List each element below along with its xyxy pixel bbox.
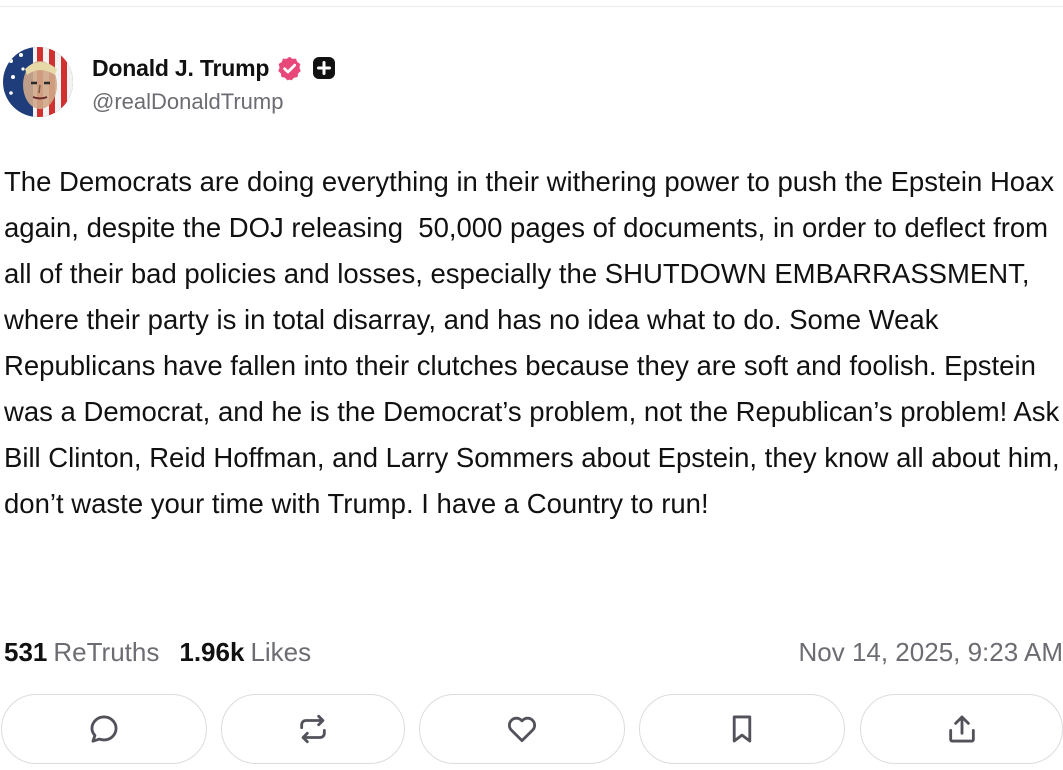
likes-label[interactable]: Likes (250, 637, 311, 668)
bookmark-icon (732, 715, 752, 743)
author-display-name[interactable]: Donald J. Trump (92, 55, 269, 82)
share-icon (948, 715, 975, 743)
reply-icon (90, 715, 118, 743)
author-handle[interactable]: @realDonaldTrump (92, 89, 336, 115)
bookmark-button[interactable] (639, 694, 845, 764)
repost-icon (300, 714, 326, 744)
truth-plus-icon (312, 56, 336, 80)
retruths-label[interactable]: ReTruths (53, 637, 159, 668)
avatar[interactable] (3, 47, 73, 117)
post-header: Donald J. Trump @realDonaldTrump (3, 46, 336, 118)
share-button[interactable] (860, 694, 1063, 764)
likes-count[interactable]: 1.96k (179, 637, 244, 668)
post-action-bar (0, 694, 1063, 766)
previous-post-divider (0, 0, 1063, 7)
verified-badge-icon (276, 55, 303, 82)
heart-icon (507, 716, 537, 743)
like-button[interactable] (419, 694, 625, 764)
retruth-button[interactable] (221, 694, 405, 764)
post-text: The Democrats are doing everything in th… (4, 166, 1060, 519)
retruths-count[interactable]: 531 (4, 637, 47, 668)
post-stats: 531 ReTruths 1.96k Likes Nov 14, 2025, 9… (4, 632, 1063, 672)
avatar-image (3, 47, 73, 117)
post-timestamp: Nov 14, 2025, 9:23 AM (798, 636, 1063, 667)
reply-button[interactable] (1, 694, 207, 764)
